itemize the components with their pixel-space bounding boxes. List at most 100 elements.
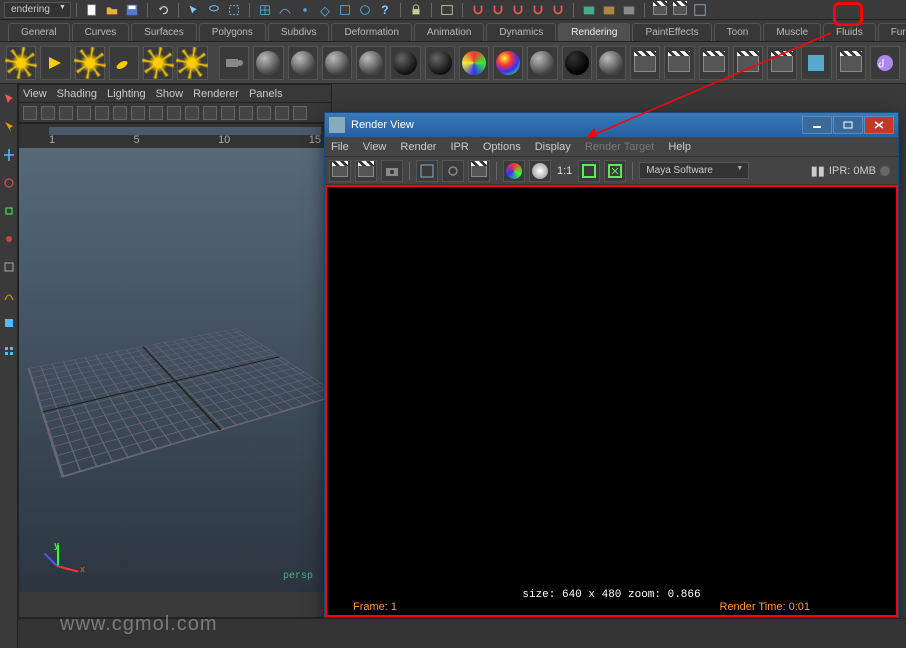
layered-shader-icon[interactable] — [493, 46, 523, 80]
undo-icon[interactable] — [154, 1, 172, 19]
ramp-shader-icon[interactable] — [459, 46, 489, 80]
vp-icon-16[interactable] — [293, 106, 307, 120]
vp-icon-2[interactable] — [41, 106, 55, 120]
material-1-icon[interactable] — [253, 46, 283, 80]
paint-select-icon[interactable] — [225, 1, 243, 19]
maximize-button[interactable] — [833, 116, 863, 134]
rv-snapshot-icon[interactable] — [381, 160, 403, 182]
rotate-tool-icon[interactable] — [1, 172, 17, 194]
point-light-icon[interactable] — [75, 46, 105, 80]
workspace-dropdown[interactable]: endering — [4, 2, 71, 18]
timeline[interactable]: 1 5 10 15 — [19, 123, 331, 148]
vp-menu-show[interactable]: Show — [156, 88, 184, 100]
rv-keep-image-icon[interactable] — [578, 160, 600, 182]
tab-curves[interactable]: Curves — [72, 23, 130, 41]
last-tool-icon[interactable] — [1, 284, 17, 306]
scale-tool-icon[interactable] — [1, 200, 17, 222]
rv-menu-ipr[interactable]: IPR — [450, 141, 468, 153]
directional-light-icon[interactable] — [6, 46, 36, 80]
tab-painteffects[interactable]: PaintEffects — [632, 23, 711, 41]
hypershade-icon[interactable] — [801, 46, 831, 80]
material-3-icon[interactable] — [322, 46, 352, 80]
material-5-icon[interactable] — [390, 46, 420, 80]
rv-menu-options[interactable]: Options — [483, 141, 521, 153]
material-2-icon[interactable] — [288, 46, 318, 80]
camera-icon[interactable] — [219, 46, 249, 80]
tab-general[interactable]: General — [8, 23, 70, 41]
magnet-2-icon[interactable] — [489, 1, 507, 19]
vp-icon-5[interactable] — [95, 106, 109, 120]
tab-animation[interactable]: Animation — [414, 23, 484, 41]
magnet-3-icon[interactable] — [509, 1, 527, 19]
render-settings-icon[interactable] — [620, 1, 638, 19]
soft-mod-tool-icon[interactable] — [1, 228, 17, 250]
snap-live-icon[interactable] — [356, 1, 374, 19]
new-scene-icon[interactable] — [83, 1, 101, 19]
render-2-icon[interactable] — [664, 46, 694, 80]
vp-menu-shading[interactable]: Shading — [57, 88, 97, 100]
material-8-icon[interactable] — [562, 46, 592, 80]
lasso-icon[interactable] — [205, 1, 223, 19]
viewport-3d[interactable]: y x persp — [19, 123, 331, 592]
magnet-1-icon[interactable] — [469, 1, 487, 19]
rv-rgb-icon[interactable] — [503, 160, 525, 182]
tab-muscle[interactable]: Muscle — [763, 23, 821, 41]
snap-view-icon[interactable] — [336, 1, 354, 19]
vp-menu-panels[interactable]: Panels — [249, 88, 283, 100]
volume-light-icon[interactable] — [143, 46, 173, 80]
help-icon[interactable]: ? — [376, 1, 394, 19]
render-titlebar[interactable]: Render View — [325, 113, 898, 137]
tab-dynamics[interactable]: Dynamics — [486, 23, 556, 41]
close-button[interactable] — [864, 116, 894, 134]
material-4-icon[interactable] — [356, 46, 386, 80]
area-light-icon[interactable] — [109, 46, 139, 80]
rv-menu-render[interactable]: Render — [400, 141, 436, 153]
rv-renderer-dropdown[interactable]: Maya Software — [639, 162, 749, 179]
rv-render-settings-icon[interactable] — [468, 160, 490, 182]
rv-remove-image-icon[interactable] — [604, 160, 626, 182]
vp-icon-3[interactable] — [59, 106, 73, 120]
save-icon[interactable] — [123, 1, 141, 19]
vp-icon-8[interactable] — [149, 106, 163, 120]
rv-alpha-icon[interactable] — [529, 160, 551, 182]
vp-menu-lighting[interactable]: Lighting — [107, 88, 146, 100]
vp-icon-13[interactable] — [239, 106, 253, 120]
select-icon[interactable] — [185, 1, 203, 19]
material-9-icon[interactable] — [596, 46, 626, 80]
single-perspective-icon[interactable] — [1, 312, 17, 334]
select-tool-icon[interactable] — [1, 88, 17, 110]
batch-render-icon[interactable] — [671, 1, 689, 19]
render-4-icon[interactable] — [733, 46, 763, 80]
rv-region-render-icon[interactable] — [355, 160, 377, 182]
minimize-button[interactable] — [802, 116, 832, 134]
snap-plane-icon[interactable] — [316, 1, 334, 19]
rv-menu-help[interactable]: Help — [668, 141, 691, 153]
rv-refresh-icon[interactable] — [442, 160, 464, 182]
tab-deformation[interactable]: Deformation — [331, 23, 411, 41]
snap-point-icon[interactable] — [296, 1, 314, 19]
vp-menu-view[interactable]: View — [23, 88, 47, 100]
render-frame-icon[interactable] — [580, 1, 598, 19]
render-6-icon[interactable] — [836, 46, 866, 80]
tab-rendering[interactable]: Rendering — [558, 23, 630, 41]
tab-toon[interactable]: Toon — [714, 23, 762, 41]
vp-icon-4[interactable] — [77, 106, 91, 120]
ambient-light-icon[interactable] — [177, 46, 207, 80]
four-view-icon[interactable] — [1, 340, 17, 362]
show-batch-icon[interactable] — [691, 1, 709, 19]
lasso-tool-icon[interactable] — [1, 116, 17, 138]
construction-history-icon[interactable] — [438, 1, 456, 19]
vp-icon-9[interactable] — [167, 106, 181, 120]
tab-fur[interactable]: Fur — [878, 23, 906, 41]
rv-pause-icon[interactable]: ▮▮ — [811, 163, 825, 179]
magnet-4-icon[interactable] — [529, 1, 547, 19]
open-icon[interactable] — [103, 1, 121, 19]
vp-icon-7[interactable] — [131, 106, 145, 120]
vp-icon-14[interactable] — [257, 106, 271, 120]
magnet-5-icon[interactable] — [549, 1, 567, 19]
tab-fluids[interactable]: Fluids — [823, 23, 876, 41]
vp-icon-10[interactable] — [185, 106, 199, 120]
spot-light-icon[interactable] — [40, 46, 70, 80]
rv-ipr-render-icon[interactable] — [416, 160, 438, 182]
vp-icon-11[interactable] — [203, 106, 217, 120]
